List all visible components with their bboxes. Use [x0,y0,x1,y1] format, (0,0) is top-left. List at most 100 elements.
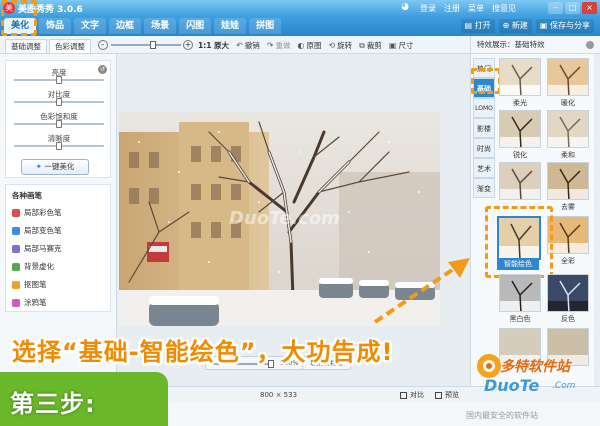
tab-flash[interactable]: 闪图 [179,18,212,34]
category-gradient[interactable]: 渐变 [473,178,495,198]
resize-button[interactable]: ▣ 尺寸 [389,40,414,51]
effect-invert[interactable] [547,274,589,312]
compare-button[interactable]: 对比 [400,390,424,400]
preview-button[interactable]: 预览 [435,390,459,400]
effects-scrollbar[interactable] [594,54,600,386]
effect-unnamed[interactable] [499,162,541,200]
effect-warm-label: 暖化 [561,99,575,107]
save-share-button[interactable]: ▣ 保存与分享 [535,19,594,33]
rotate-button[interactable]: ⟲ 旋转 [328,40,352,51]
tab-text[interactable]: 文字 [74,18,107,34]
compare-icon [400,391,407,399]
site-slogan: 国内最安全的软件站 [466,411,538,420]
brush-partial-recolor[interactable]: 局部变色笔 [12,225,62,236]
brush-doodle[interactable]: 涂鸦笔 [12,297,47,308]
brush-title: 各种画笔 [12,191,42,200]
menu-link[interactable]: 菜单 [468,3,484,14]
redo-button[interactable]: ↷ 重做 [267,40,291,51]
maximize-button[interactable]: □ [565,2,580,14]
redo-icon: ↷ [266,41,274,50]
color-brush-icon [12,208,20,217]
crop-button[interactable]: ⧉ 裁剪 [359,40,382,51]
brush-mosaic[interactable]: 局部马赛克 [12,243,62,254]
crop-icon: ⧉ [359,40,365,50]
rotate-icon: ⟲ [328,41,336,50]
tab-collage[interactable]: 拼图 [249,18,282,34]
category-lomo[interactable]: LOMO [473,98,495,118]
cat-icon[interactable]: ◕ [398,2,412,14]
effect-thumbnail [548,163,588,199]
close-button[interactable]: × [582,2,597,14]
cutout-icon [12,280,20,289]
undo-icon: ↶ [236,41,243,50]
open-button[interactable]: ▤ 打开 [460,19,495,33]
minimize-button[interactable]: – [548,2,563,14]
contrast-thumb[interactable] [56,98,62,106]
photo-watermark: DuoTe.com [229,208,340,229]
effect-sharpen[interactable] [499,110,541,148]
step-label: 第三步: [10,390,96,418]
actual-size-button[interactable]: 1:1 原大 [198,40,229,51]
preview-icon [435,391,442,399]
original-button[interactable]: ◐ 原图 [297,40,321,51]
one-click-beautify-button[interactable]: ✦ 一键美化 [21,159,89,175]
effect-dehaze[interactable] [547,162,589,200]
effect-thumbnail [500,163,540,199]
zoom-in-button[interactable]: + [183,40,193,50]
category-highlight-frame [471,68,501,94]
tab-scene[interactable]: 场景 [144,18,177,34]
brush-partial-color[interactable]: 局部彩色笔 [12,207,62,218]
blur-icon [12,262,20,271]
login-link[interactable]: 登录 [420,3,436,14]
effect-soften-label: 柔和 [561,151,575,159]
image-size: 800 × 533 [260,391,298,399]
effect-thumbnail [500,111,540,147]
zoom-out-button[interactable]: - [98,40,108,50]
feedback-link[interactable]: 搜意见 [492,3,516,14]
duote-logo-en: DuoTe [484,376,540,395]
effect-full-color-label: 全彩 [561,257,575,265]
effect-soften[interactable] [547,110,589,148]
new-button[interactable]: ⊕ 新建 [498,19,532,33]
effect-invert-label: 反色 [561,315,575,323]
brush-blur-bg[interactable]: 背景虚化 [12,261,54,272]
tab-doll[interactable]: 娃娃 [214,18,247,34]
effect-warm[interactable] [547,58,589,96]
category-fashion[interactable]: 时尚 [473,138,495,158]
tab-color-adjust[interactable]: 色彩调整 [49,39,91,53]
zoom-slider[interactable] [111,44,181,46]
panel-close-icon[interactable] [586,41,594,49]
tab-basic-adjust[interactable]: 基础调整 [5,39,47,53]
effect-thumbnail [548,111,588,147]
effect-sharpen-label: 锐化 [513,151,527,159]
category-studio[interactable]: 影楼 [473,118,495,138]
resize-icon: ▣ [388,41,397,50]
brush-cutout[interactable]: 抠图笔 [12,279,47,290]
saturation-thumb[interactable] [56,120,62,128]
tab-accessories[interactable]: 饰品 [39,18,72,34]
effect-black-white[interactable] [499,274,541,312]
adjust-box: ↺ 亮度 对比度 色彩饱和度 清晰度 ✦ 一键美化 [5,60,111,178]
menu-tab-bar: 美化 饰品 文字 边框 场景 闪图 娃娃 拼图 ▤ 打开 ⊕ 新建 ▣ 保存与分… [0,16,600,36]
effect-thumbnail [500,59,540,95]
zoom-slider-thumb[interactable] [150,41,156,49]
tab-border[interactable]: 边框 [109,18,142,34]
effect-thumbnail [500,275,540,311]
pointer-arrow [373,258,470,324]
duote-logo-cn: 多特软件站 [500,359,570,375]
brightness-thumb[interactable] [56,76,62,84]
effect-panel-header: 特效展示：基础特效 [470,36,600,54]
tab-highlight-frame [1,0,37,36]
effect-full-color[interactable] [547,216,589,254]
plus-icon: ⊕ [502,21,512,30]
effect-dehaze-label: 去雾 [561,203,575,211]
register-link[interactable]: 注册 [444,3,460,14]
effect-black-white-label: 黑白色 [509,315,531,323]
undo-button[interactable]: ↶ 撤销 [236,40,260,51]
sharpness-thumb[interactable] [56,142,62,150]
mosaic-icon [12,244,20,253]
category-art[interactable]: 艺术 [473,158,495,178]
effect-soft-light[interactable] [499,58,541,96]
brush-box: 各种画笔 局部彩色笔 局部变色笔 局部马赛克 背景虚化 抠图笔 涂鸦笔 [5,184,111,312]
doodle-icon [12,298,20,307]
